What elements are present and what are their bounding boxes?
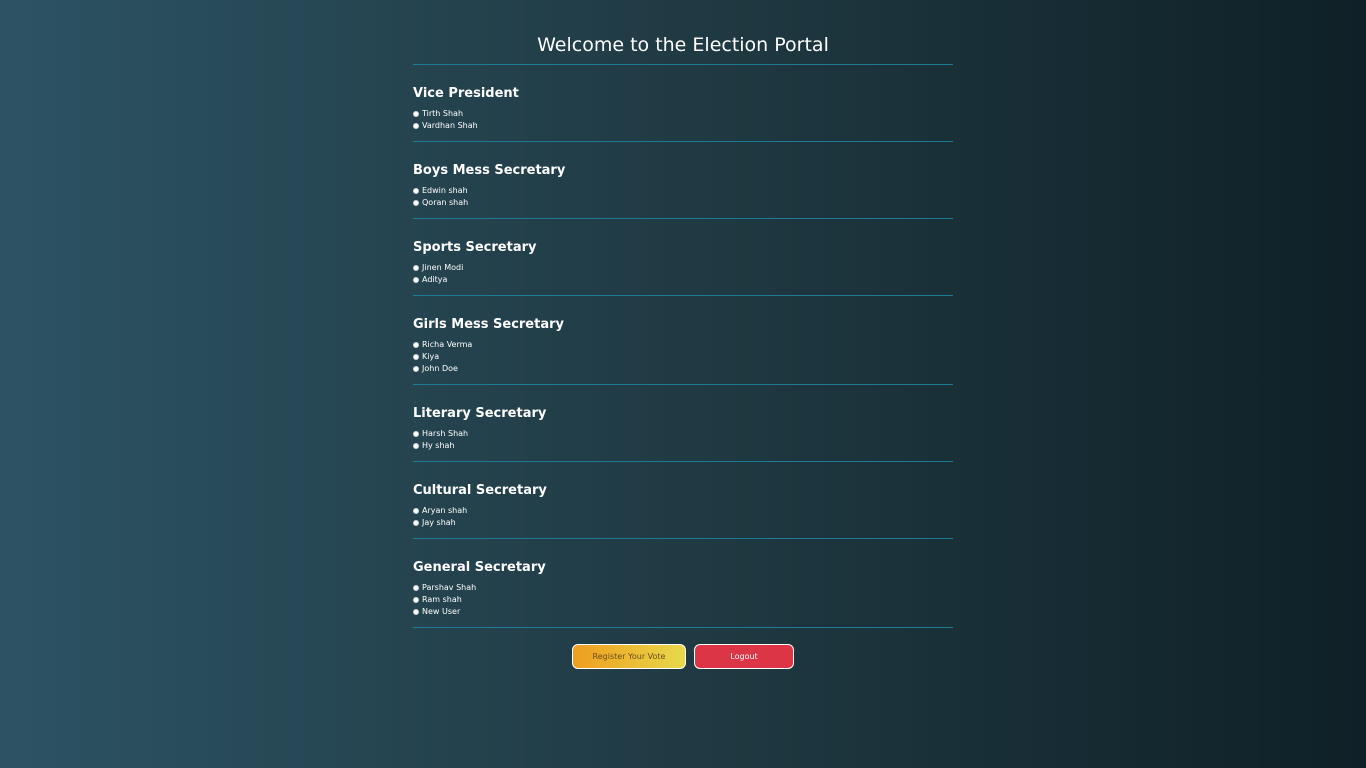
position-section: Vice President Tirth Shah Vardhan Shah xyxy=(413,65,953,142)
position-title: General Secretary xyxy=(413,560,546,575)
candidate-option[interactable]: Parshav Shah xyxy=(413,582,953,594)
position-title: Sports Secretary xyxy=(413,240,537,255)
candidate-name: Edwin shah xyxy=(422,186,468,195)
candidate-option[interactable]: Aditya xyxy=(413,274,953,286)
candidate-name: Harsh Shah xyxy=(422,429,469,438)
candidate-option[interactable]: New User xyxy=(413,606,953,618)
radio-button-icon[interactable] xyxy=(413,431,419,437)
radio-button-icon[interactable] xyxy=(413,508,419,514)
candidate-option[interactable]: Jay shah xyxy=(413,517,953,529)
candidate-name: Hy shah xyxy=(422,441,455,450)
radio-button-icon[interactable] xyxy=(413,342,419,348)
candidate-name: Parshav Shah xyxy=(422,583,477,592)
candidate-option[interactable]: Tirth Shah xyxy=(413,108,953,120)
candidate-name: John Doe xyxy=(422,364,458,373)
radio-button-icon[interactable] xyxy=(413,585,419,591)
radio-button-icon[interactable] xyxy=(413,366,419,372)
page-title: Welcome to the Election Portal xyxy=(413,0,953,65)
position-section: Cultural Secretary Aryan shah Jay shah xyxy=(413,462,953,539)
radio-button-icon[interactable] xyxy=(413,443,419,449)
candidate-option[interactable]: Jinen Modi xyxy=(413,262,953,274)
radio-button-icon[interactable] xyxy=(413,265,419,271)
candidate-name: Jay shah xyxy=(422,518,456,527)
candidate-option[interactable]: Harsh Shah xyxy=(413,428,953,440)
candidate-option[interactable]: Hy shah xyxy=(413,440,953,452)
candidate-name: Aditya xyxy=(422,275,448,284)
radio-button-icon[interactable] xyxy=(413,277,419,283)
position-title: Literary Secretary xyxy=(413,406,547,421)
position-title: Vice President xyxy=(413,86,519,101)
position-title: Cultural Secretary xyxy=(413,483,547,498)
register-vote-button[interactable]: Register Your Vote xyxy=(572,644,686,669)
radio-button-icon[interactable] xyxy=(413,520,419,526)
candidate-name: Vardhan Shah xyxy=(422,121,478,130)
radio-button-icon[interactable] xyxy=(413,111,419,117)
radio-button-icon[interactable] xyxy=(413,354,419,360)
radio-button-icon[interactable] xyxy=(413,200,419,206)
position-section: Literary Secretary Harsh Shah Hy shah xyxy=(413,385,953,462)
candidate-option[interactable]: Richa Verma xyxy=(413,339,953,351)
radio-button-icon[interactable] xyxy=(413,597,419,603)
position-section: Boys Mess Secretary Edwin shah Qoran shah xyxy=(413,142,953,219)
position-section: General Secretary Parshav Shah Ram shah New… xyxy=(413,539,953,628)
candidate-option[interactable]: Ram shah xyxy=(413,594,953,606)
candidate-name: New User xyxy=(422,607,461,616)
candidate-option[interactable]: Qoran shah xyxy=(413,197,953,209)
candidate-name: Richa Verma xyxy=(422,340,473,349)
positions-list: Vice President Tirth Shah Vardhan Shah Boys… xyxy=(413,65,953,628)
position-title: Boys Mess Secretary xyxy=(413,163,566,178)
candidate-name: Ram shah xyxy=(422,595,462,604)
radio-button-icon[interactable] xyxy=(413,123,419,129)
candidate-name: Tirth Shah xyxy=(422,109,464,118)
candidate-name: Kiya xyxy=(422,352,440,361)
candidate-option[interactable]: Vardhan Shah xyxy=(413,120,953,132)
radio-button-icon[interactable] xyxy=(413,188,419,194)
position-title: Girls Mess Secretary xyxy=(413,317,564,332)
radio-button-icon[interactable] xyxy=(413,609,419,615)
candidate-name: Qoran shah xyxy=(422,198,469,207)
candidate-option[interactable]: John Doe xyxy=(413,363,953,375)
candidate-name: Aryan shah xyxy=(422,506,468,515)
form-actions: Register Your Vote Logout xyxy=(413,644,953,669)
position-section: Sports Secretary Jinen Modi Aditya xyxy=(413,219,953,296)
election-form: Welcome to the Election Portal Vice Pres… xyxy=(413,0,953,669)
candidate-option[interactable]: Kiya xyxy=(413,351,953,363)
logout-button[interactable]: Logout xyxy=(694,644,794,669)
candidate-option[interactable]: Aryan shah xyxy=(413,505,953,517)
position-section: Girls Mess Secretary Richa Verma Kiya John … xyxy=(413,296,953,385)
candidate-option[interactable]: Edwin shah xyxy=(413,185,953,197)
candidate-name: Jinen Modi xyxy=(422,263,464,272)
